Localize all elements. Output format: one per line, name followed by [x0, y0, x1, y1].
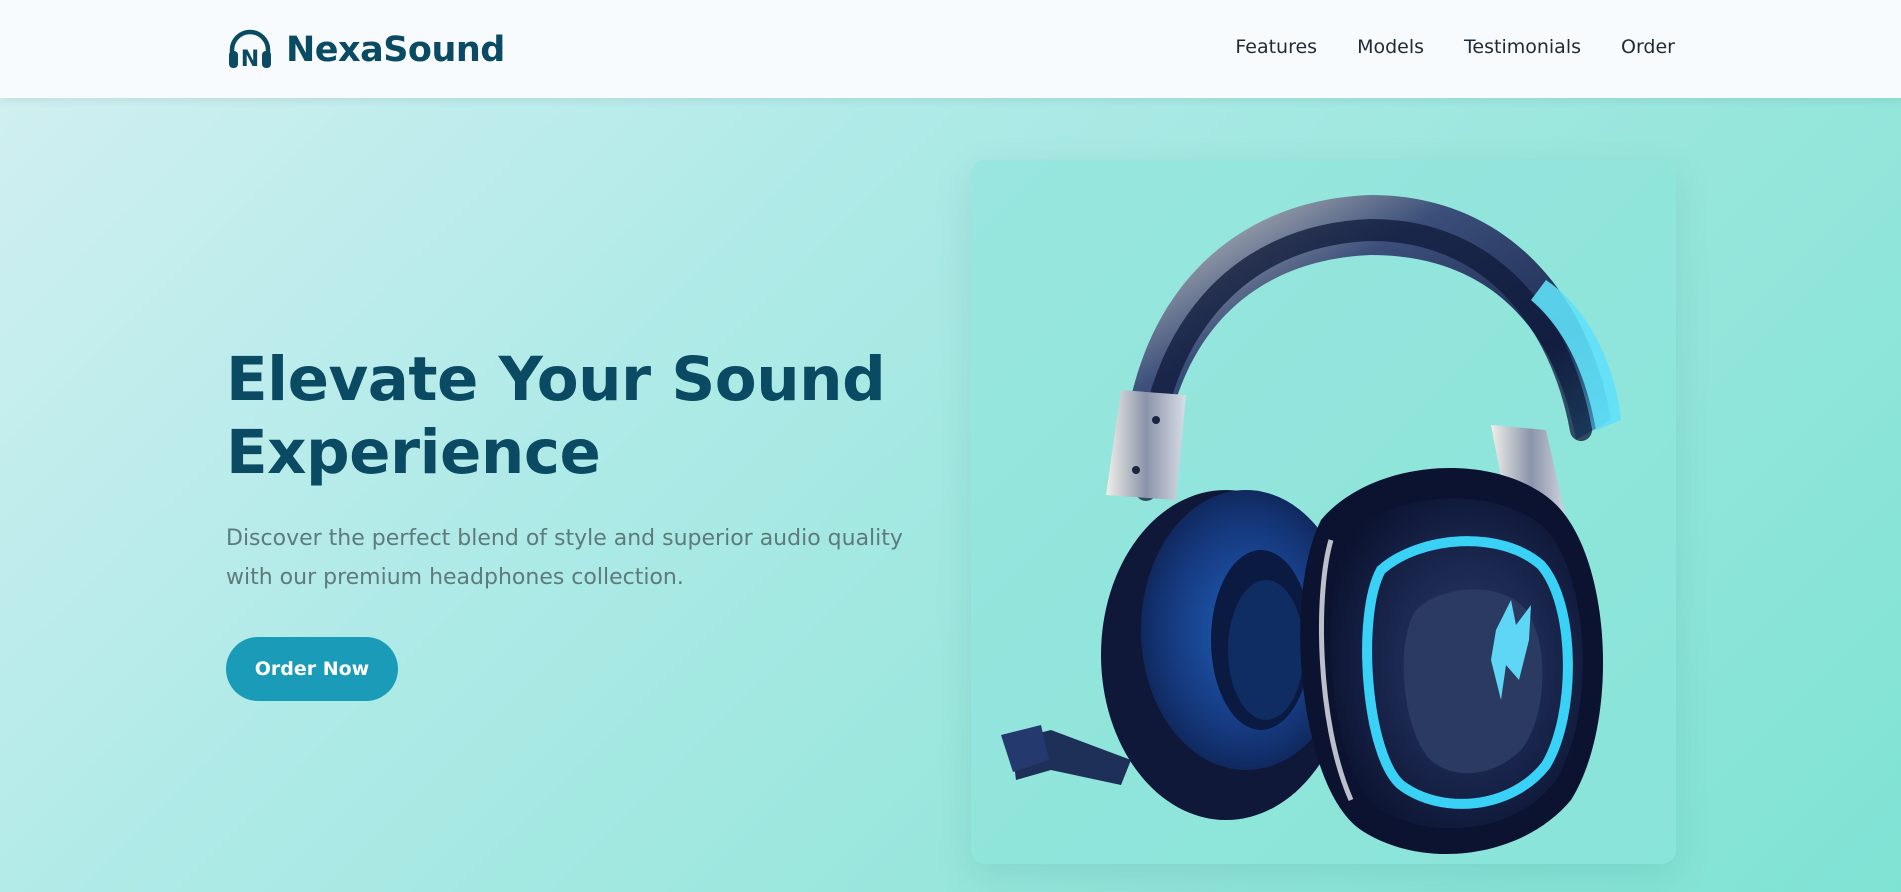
headphones-logo-icon: N — [229, 29, 271, 72]
nav-link-testimonials[interactable]: Testimonials — [1464, 36, 1581, 58]
hero-title-line-1: Elevate Your Sound — [226, 344, 886, 415]
gaming-headset-image — [1001, 195, 1621, 854]
brand-logo-link[interactable]: N NexaSound — [226, 26, 505, 74]
main-nav: Features Models Testimonials Order — [1235, 36, 1675, 58]
nav-link-features[interactable]: Features — [1235, 36, 1317, 58]
hero-subtitle: Discover the perfect blend of style and … — [226, 526, 903, 590]
hero-title-line-2: Experience — [226, 417, 601, 488]
top-navbar: N NexaSound Features Models Testimonials… — [0, 0, 1901, 98]
brand-name: NexaSound — [286, 30, 505, 70]
order-now-button[interactable]: Order Now — [226, 637, 398, 701]
nav-link-order[interactable]: Order — [1621, 36, 1675, 58]
hero-title: Elevate Your Sound Experience — [226, 343, 966, 489]
hero-text-block: Elevate Your Sound Experience Discover t… — [226, 343, 966, 701]
hero-section: Elevate Your Sound Experience Discover t… — [0, 98, 1901, 892]
product-image-card — [971, 160, 1676, 864]
logo-letter: N — [241, 47, 259, 72]
nav-link-models[interactable]: Models — [1357, 36, 1424, 58]
